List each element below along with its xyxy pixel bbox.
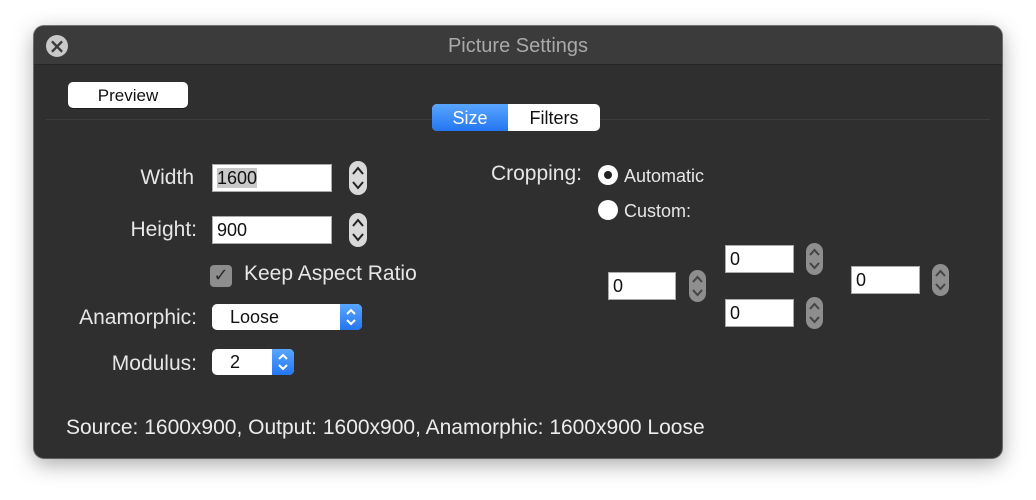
stepper-arrows-icon [352,166,364,190]
keep-aspect-label: Keep Aspect Ratio [244,262,417,285]
modulus-label: Modulus: [111,352,197,375]
custom-label: Custom: [624,201,692,221]
chevron-updown-icon [340,304,362,330]
width-stepper[interactable] [349,161,367,195]
window-title: Picture Settings [447,35,589,57]
crop-top-stepper[interactable] [806,243,823,275]
tab-control: Size Filters [432,104,600,131]
stepper-arrows-icon [352,218,364,242]
tab-filters[interactable]: Filters [508,104,600,131]
keep-aspect-checkbox[interactable]: ✓ [210,265,232,287]
height-stepper[interactable] [349,213,367,247]
stepper-arrows-icon [809,302,820,324]
anamorphic-value: Loose [230,307,280,327]
width-label: Width [140,166,194,189]
automatic-label: Automatic [624,166,705,186]
chevron-updown-icon [272,349,294,375]
tab-size[interactable]: Size [432,104,508,131]
title-bar: × Picture Settings [34,26,1002,65]
modulus-value: 2 [230,352,241,372]
status-text: Source: 1600x900, Output: 1600x900, Anam… [66,416,705,439]
crop-left-stepper[interactable] [689,270,706,302]
width-value: 1600 [217,168,258,188]
crop-right-stepper[interactable] [932,264,949,296]
picture-settings-window: × Picture Settings Preview Size Filters … [34,26,1002,458]
stepper-arrows-icon [692,275,703,297]
crop-bottom-field[interactable]: 0 [725,299,794,327]
cropping-label: Cropping: [490,162,582,185]
custom-radio[interactable] [598,200,618,220]
height-field[interactable]: 900 [212,216,332,244]
crop-top-field[interactable]: 0 [725,245,794,273]
crop-left-field[interactable]: 0 [608,272,676,300]
stepper-arrows-icon [935,269,946,291]
width-field[interactable]: 1600 [212,164,332,192]
height-label: Height: [130,218,197,241]
preview-button[interactable]: Preview [68,82,188,108]
checkmark-icon: ✓ [213,265,229,286]
modulus-popup[interactable]: 2 [212,349,294,375]
anamorphic-popup[interactable]: Loose [212,304,362,330]
crop-right-field[interactable]: 0 [851,266,920,294]
automatic-radio[interactable] [598,165,618,185]
radio-selected-dot [604,171,612,179]
anamorphic-label: Anamorphic: [79,306,197,329]
crop-bottom-stepper[interactable] [806,297,823,329]
stepper-arrows-icon [809,248,820,270]
